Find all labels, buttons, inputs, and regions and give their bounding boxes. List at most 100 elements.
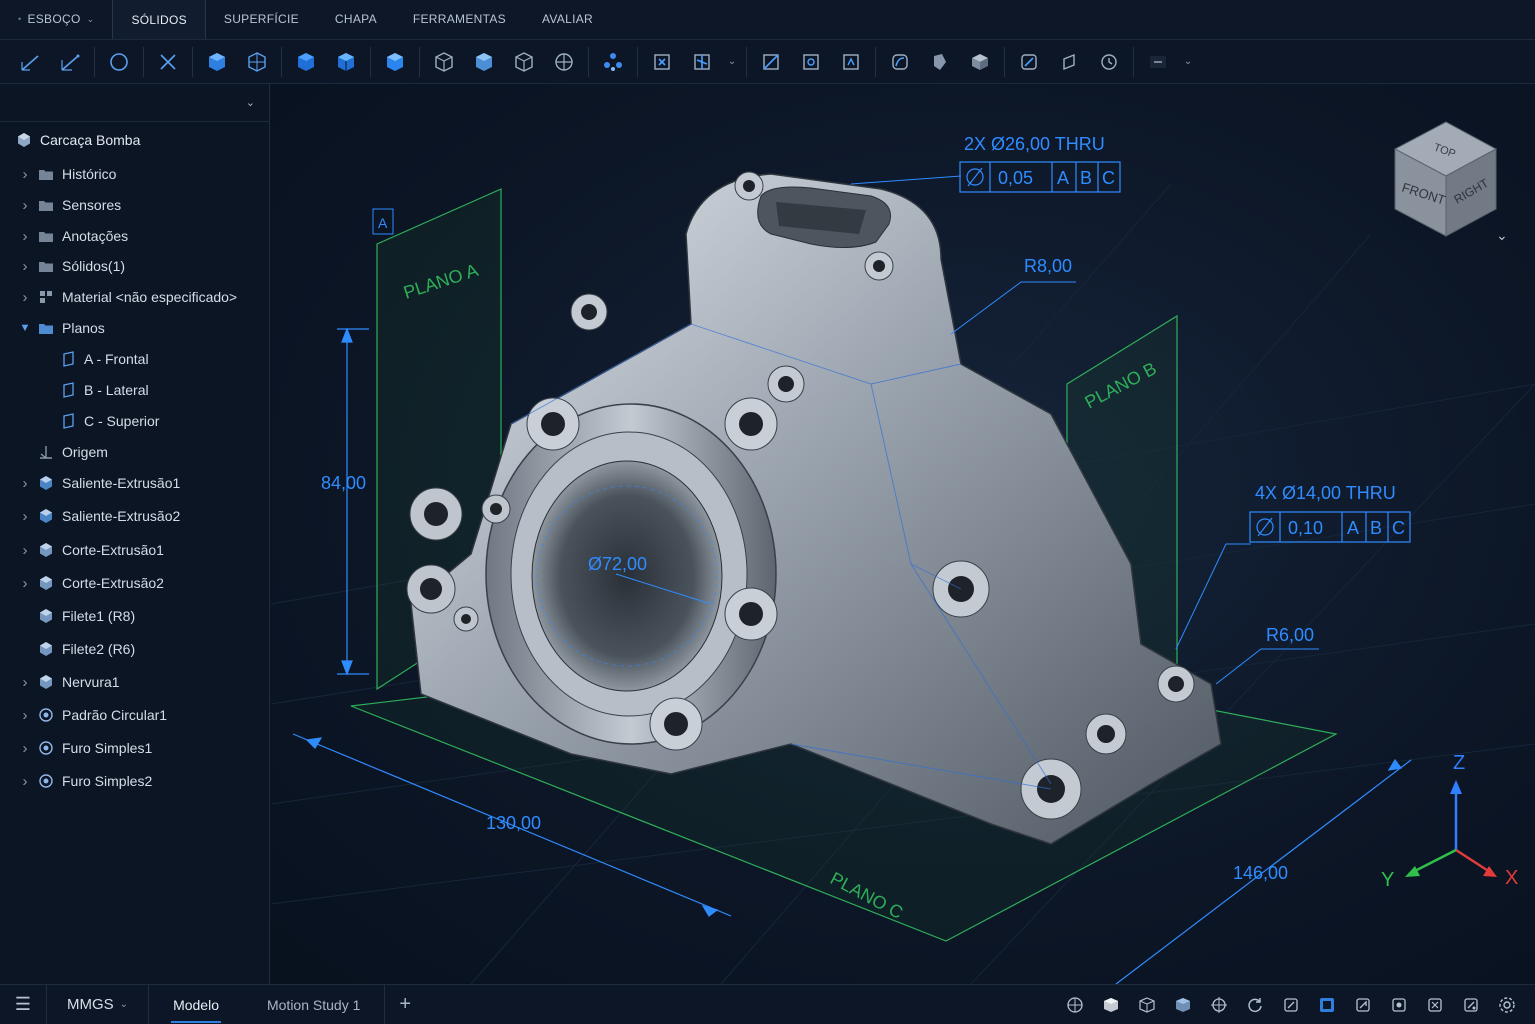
chevron-down-icon[interactable]: ⌄ (1178, 56, 1198, 67)
chevron-down-icon[interactable]: ⌄ (246, 96, 255, 109)
tab-motion-study-1[interactable]: Motion Study 1 (243, 985, 384, 1024)
chevron-right-icon[interactable]: › (18, 289, 32, 306)
curves-button[interactable] (880, 42, 920, 82)
dim-bore-text[interactable]: Ø72,00 (588, 554, 647, 574)
draft-button[interactable] (504, 42, 544, 82)
hole-callout-2x26[interactable]: 2X Ø26,00 THRU 0,05 A B C (850, 134, 1121, 193)
mirror-button[interactable] (682, 42, 722, 82)
cut-extrude-button[interactable] (326, 42, 366, 82)
units-selector[interactable]: MMGS ⌄ (46, 984, 150, 1024)
instant3d-button[interactable] (1089, 42, 1129, 82)
tree-item[interactable]: › Corte-Extrusão2 (18, 572, 164, 594)
tree-root-part[interactable]: Carcaça Bomba (16, 132, 140, 148)
render-button[interactable] (1417, 987, 1453, 1023)
combine-button[interactable] (960, 42, 1000, 82)
shell-button[interactable] (464, 42, 504, 82)
caret-down-icon[interactable]: ▼ (18, 322, 32, 334)
tree-item[interactable]: C - Superior (60, 410, 159, 432)
tree-item[interactable]: › Corte-Extrusão1 (18, 539, 164, 561)
tree-item[interactable]: › Nervura1 (18, 671, 120, 693)
sweep-button[interactable] (375, 42, 415, 82)
trim-tool-button[interactable] (148, 42, 188, 82)
tab-evaluate[interactable]: AVALIAR (524, 0, 611, 39)
tree-item[interactable]: A - Frontal (60, 348, 149, 370)
tree-item[interactable]: › Sólidos(1) (18, 255, 126, 277)
dim-r8-text[interactable]: R8,00 (1024, 256, 1072, 276)
dimension-radius-r6[interactable] (1215, 648, 1319, 685)
chevron-right-icon[interactable]: › (18, 228, 32, 245)
tree-item[interactable]: ▼ Planos (18, 317, 105, 339)
reference-geometry-button[interactable] (544, 42, 584, 82)
graphics-viewport[interactable]: PLANO C PLANO A A PLANO B 84,00 130,00 1… (271, 84, 1535, 984)
rib-button[interactable] (642, 42, 682, 82)
dim-height-text[interactable]: 84,00 (321, 473, 366, 493)
solid-box-button[interactable] (286, 42, 326, 82)
rotate-view-button[interactable] (1237, 987, 1273, 1023)
pan-view-button[interactable] (1273, 987, 1309, 1023)
chevron-right-icon[interactable]: › (18, 475, 32, 492)
tree-item[interactable]: › Histórico (18, 163, 117, 185)
zoom-fit-button[interactable] (1201, 987, 1237, 1023)
chevron-right-icon[interactable]: › (18, 674, 32, 691)
view-orientation-button[interactable] (1057, 987, 1093, 1023)
revolve-boss-button[interactable] (237, 42, 277, 82)
tree-item[interactable]: › Saliente-Extrusão2 (18, 505, 181, 527)
more-tools-button[interactable] (1138, 42, 1178, 82)
dim-width-text[interactable]: 146,00 (1233, 863, 1288, 883)
display-style-button[interactable] (1093, 987, 1129, 1023)
model-scene[interactable]: PLANO C PLANO A A PLANO B 84,00 130,00 1… (271, 84, 1535, 984)
tree-item[interactable]: › Anotações (18, 225, 129, 247)
tree-item[interactable]: Origem (18, 441, 108, 463)
move-face-button[interactable] (1009, 42, 1049, 82)
dimension-height[interactable] (337, 327, 369, 676)
tab-surface[interactable]: SUPERFÍCIE (206, 0, 317, 39)
circle-tool-button[interactable] (99, 42, 139, 82)
dim-length-text[interactable]: 130,00 (486, 813, 541, 833)
tree-item[interactable]: › Padrão Circular1 (18, 704, 168, 726)
tab-sketch[interactable]: • ESBOÇO ⌄ (0, 0, 112, 39)
view-cube[interactable]: TOP FRONT RIGHT (1393, 121, 1498, 237)
add-tab-button[interactable]: + (384, 984, 425, 1024)
tab-solids[interactable]: SÓLIDOS (112, 0, 206, 39)
camera-button[interactable] (1453, 987, 1489, 1023)
split-button[interactable] (920, 42, 960, 82)
chevron-right-icon[interactable]: › (18, 258, 32, 275)
chevron-right-icon[interactable]: › (18, 740, 32, 757)
tab-tools[interactable]: FERRAMENTAS (395, 0, 524, 39)
loft-button[interactable] (424, 42, 464, 82)
section-view-button[interactable] (751, 42, 791, 82)
chevron-down-icon[interactable]: ⌄ (722, 56, 742, 67)
hamburger-menu-icon[interactable]: ☰ (0, 994, 46, 1015)
tree-item[interactable]: › Material <não especificado> (18, 286, 238, 308)
tree-item[interactable]: › Furo Simples1 (18, 737, 153, 759)
chevron-right-icon[interactable]: › (18, 197, 32, 214)
chevron-right-icon[interactable]: › (18, 575, 32, 592)
tree-item[interactable]: › Furo Simples2 (18, 770, 153, 792)
tree-item[interactable]: › Saliente-Extrusão1 (18, 472, 181, 494)
tree-item[interactable]: Filete2 (R6) (18, 638, 135, 660)
view-cube-chevron-icon[interactable]: ⌄ (1496, 227, 1508, 243)
scene-button[interactable] (1381, 987, 1417, 1023)
mass-properties-button[interactable] (831, 42, 871, 82)
pattern-button[interactable] (593, 42, 633, 82)
settings-button[interactable] (1489, 987, 1525, 1023)
delete-face-button[interactable] (1049, 42, 1089, 82)
chevron-right-icon[interactable]: › (18, 166, 32, 183)
chevron-right-icon[interactable]: › (18, 542, 32, 559)
section-cube-button[interactable] (1165, 987, 1201, 1023)
tab-model[interactable]: Modelo (149, 985, 243, 1024)
sketch-line-tool-button[interactable] (50, 42, 90, 82)
line-tool-button[interactable] (10, 42, 50, 82)
dim-r6-text[interactable]: R6,00 (1266, 625, 1314, 645)
tree-item[interactable]: › Sensores (18, 194, 122, 216)
dimension-radius-r8[interactable] (950, 281, 1076, 335)
tree-item[interactable]: Filete1 (R8) (18, 605, 135, 627)
hidden-lines-button[interactable] (1129, 987, 1165, 1023)
measure-button[interactable] (791, 42, 831, 82)
select-filter-button[interactable] (1309, 987, 1345, 1023)
appearance-button[interactable] (1345, 987, 1381, 1023)
chevron-right-icon[interactable]: › (18, 707, 32, 724)
tree-item[interactable]: B - Lateral (60, 379, 149, 401)
chevron-right-icon[interactable]: › (18, 508, 32, 525)
chevron-right-icon[interactable]: › (18, 773, 32, 790)
